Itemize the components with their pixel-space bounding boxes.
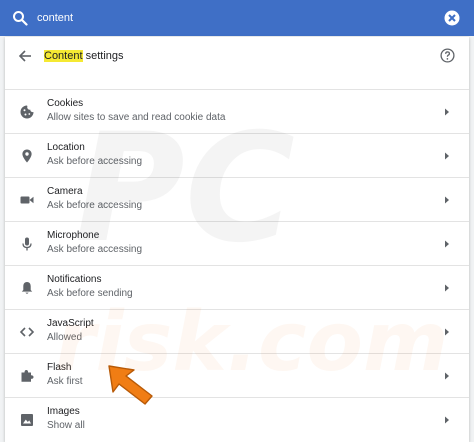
chevron-right-icon <box>445 152 449 160</box>
search-bar: content <box>0 0 474 36</box>
chevron-right-icon <box>445 328 449 336</box>
setting-title: Cookies <box>47 98 84 109</box>
setting-subtitle: Ask before accessing <box>47 200 143 211</box>
search-input[interactable]: content <box>37 11 73 25</box>
setting-subtitle: Allow sites to save and read cookie data <box>47 112 226 123</box>
page-header: Content settings <box>5 37 469 75</box>
chevron-right-icon <box>445 372 449 380</box>
setting-title: Microphone <box>47 230 100 241</box>
code-brackets-icon <box>19 327 35 337</box>
setting-title: Notifications <box>47 274 102 285</box>
puzzle-piece-icon <box>21 370 34 382</box>
title-rest: settings <box>82 50 124 62</box>
setting-row-location[interactable]: Location Ask before accessing <box>5 133 469 177</box>
setting-title: JavaScript <box>47 318 94 329</box>
setting-subtitle: Ask before accessing <box>47 156 143 167</box>
camera-icon <box>20 196 34 204</box>
chevron-right-icon <box>445 108 449 116</box>
setting-row-flash[interactable]: Flash Ask first <box>5 353 469 397</box>
image-icon <box>21 414 33 426</box>
setting-row-camera[interactable]: Camera Ask before accessing <box>5 177 469 221</box>
setting-title: Location <box>47 142 85 153</box>
search-icon[interactable] <box>12 10 28 26</box>
setting-row-notifications[interactable]: Notifications Ask before sending <box>5 265 469 309</box>
chevron-right-icon <box>445 284 449 292</box>
setting-subtitle: Ask before sending <box>47 288 133 299</box>
setting-row-microphone[interactable]: Microphone Ask before accessing <box>5 221 469 265</box>
chevron-right-icon <box>445 240 449 248</box>
setting-title: Images <box>47 406 80 417</box>
back-arrow-icon[interactable] <box>18 49 32 63</box>
chevron-right-icon <box>445 196 449 204</box>
microphone-icon <box>22 237 32 251</box>
clear-search-icon[interactable] <box>444 10 460 26</box>
pointer-arrow-icon <box>108 365 153 405</box>
setting-subtitle: Ask first <box>47 376 83 387</box>
setting-row-images[interactable]: Images Show all <box>5 397 469 441</box>
setting-title: Flash <box>47 362 72 373</box>
bell-icon <box>21 282 33 294</box>
settings-card: Content settings Cookies Allow sites to … <box>5 37 469 442</box>
setting-row-cookies[interactable]: Cookies Allow sites to save and read coo… <box>5 89 469 133</box>
setting-subtitle: Show all <box>47 420 85 431</box>
chevron-right-icon <box>445 416 449 424</box>
title-highlight: Content <box>44 50 83 62</box>
setting-row-javascript[interactable]: JavaScript Allowed <box>5 309 469 353</box>
setting-subtitle: Allowed <box>47 332 83 343</box>
setting-subtitle: Ask before accessing <box>47 244 143 255</box>
setting-title: Camera <box>47 186 83 197</box>
page-title: Content settings <box>44 49 124 63</box>
help-icon[interactable] <box>440 48 455 63</box>
location-pin-icon <box>22 149 32 163</box>
cookie-icon <box>20 105 34 119</box>
